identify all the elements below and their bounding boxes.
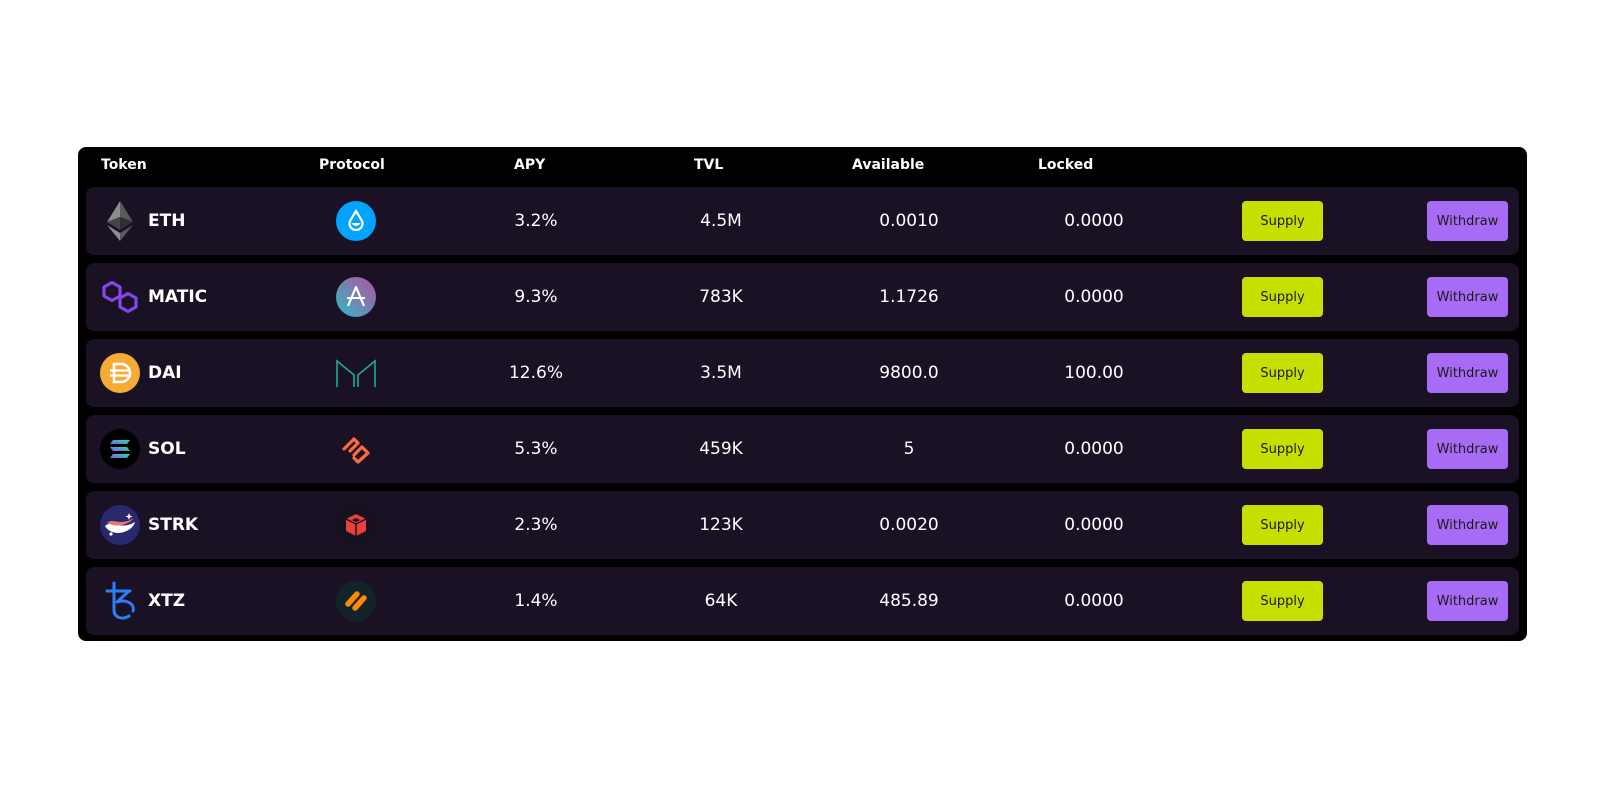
available-value: 5: [903, 439, 915, 459]
header-token: Token: [101, 157, 147, 173]
supply-button[interactable]: Supply: [1242, 581, 1323, 621]
protocol-cell: [326, 567, 386, 635]
available-value: 0.0010: [879, 211, 939, 231]
token-cell: MATIC: [100, 263, 207, 331]
withdraw-button[interactable]: Withdraw: [1427, 505, 1508, 545]
stripes-protocol-icon: [336, 581, 376, 621]
locked-value: 0.0000: [1064, 287, 1124, 307]
protocol-cell: [326, 187, 386, 255]
maker-icon: [336, 353, 376, 393]
token-cell: SOL: [100, 415, 186, 483]
locked-value: 100.00: [1064, 363, 1124, 383]
table-row: STRK 2.3% 123K 0.0020 0.0000 Supply With…: [86, 491, 1519, 559]
token-cell: ETH: [100, 187, 185, 255]
supply-button[interactable]: Supply: [1242, 429, 1323, 469]
apy-value: 9.3%: [514, 287, 558, 307]
available-value: 0.0020: [879, 515, 939, 535]
token-name: SOL: [148, 439, 186, 459]
token-cell: XTZ: [100, 567, 185, 635]
apy-value: 1.4%: [514, 591, 558, 611]
withdraw-button[interactable]: Withdraw: [1427, 581, 1508, 621]
supply-button[interactable]: Supply: [1242, 277, 1323, 317]
available-value: 485.89: [879, 591, 939, 611]
token-name: XTZ: [148, 591, 186, 611]
table-row: XTZ 1.4% 64K 485.89 0.0000 Supply Withdr…: [86, 567, 1519, 635]
token-name: MATIC: [148, 287, 208, 307]
locked-value: 0.0000: [1064, 439, 1124, 459]
token-name: STRK: [148, 515, 199, 535]
table-row: ETH 3.2% 4.5M 0.0010 0.0000 Supply Withd…: [86, 187, 1519, 255]
apy-value: 3.2%: [514, 211, 558, 231]
locked-value: 0.0000: [1064, 591, 1124, 611]
token-name: DAI: [148, 363, 182, 383]
withdraw-button[interactable]: Withdraw: [1427, 353, 1508, 393]
tvl-value: 64K: [704, 591, 738, 611]
tvl-value: 4.5M: [700, 211, 742, 231]
table-row: SOL 5.3% 459K 5 0.0000 Supply Withdraw: [86, 415, 1519, 483]
tezos-icon: [100, 581, 140, 621]
header-locked: Locked: [1038, 157, 1094, 173]
protocol-cell: [326, 339, 386, 407]
header-protocol: Protocol: [319, 157, 385, 173]
starknet-icon: [100, 505, 140, 545]
table-row: MATIC 9.3% 783K 1.1726 0.0000 Supply Wit…: [86, 263, 1519, 331]
polygon-icon: [100, 277, 140, 317]
withdraw-button[interactable]: Withdraw: [1427, 277, 1508, 317]
withdraw-button[interactable]: Withdraw: [1427, 429, 1508, 469]
header-apy: APY: [514, 157, 546, 173]
dai-icon: [100, 353, 140, 393]
apy-value: 5.3%: [514, 439, 558, 459]
apy-value: 2.3%: [514, 515, 558, 535]
token-cell: STRK: [100, 491, 198, 559]
cube-protocol-icon: [336, 505, 376, 545]
protocol-cell: [326, 491, 386, 559]
header-tvl: TVL: [694, 157, 724, 173]
token-name: ETH: [148, 211, 186, 231]
supply-button[interactable]: Supply: [1242, 505, 1323, 545]
table-row: DAI 12.6% 3.5M 9800.0 100.00 Supply With…: [86, 339, 1519, 407]
locked-value: 0.0000: [1064, 515, 1124, 535]
lending-table: Token Protocol APY TVL Available Locked …: [78, 147, 1527, 641]
tvl-value: 3.5M: [700, 363, 742, 383]
tvl-value: 123K: [699, 515, 743, 535]
tvl-value: 459K: [699, 439, 743, 459]
header-available: Available: [852, 157, 925, 173]
protocol-cell: [326, 415, 386, 483]
apy-value: 12.6%: [508, 363, 563, 383]
locked-value: 0.0000: [1064, 211, 1124, 231]
synthetix-icon: [336, 429, 376, 469]
supply-button[interactable]: Supply: [1242, 201, 1323, 241]
supply-button[interactable]: Supply: [1242, 353, 1323, 393]
token-cell: DAI: [100, 339, 182, 407]
lido-icon: [336, 201, 376, 241]
withdraw-button[interactable]: Withdraw: [1427, 201, 1508, 241]
available-value: 9800.0: [879, 363, 939, 383]
solana-icon: [100, 429, 140, 469]
protocol-cell: [326, 263, 386, 331]
tvl-value: 783K: [699, 287, 743, 307]
available-value: 1.1726: [879, 287, 939, 307]
ethereum-icon: [100, 201, 140, 241]
aave-icon: [336, 277, 376, 317]
